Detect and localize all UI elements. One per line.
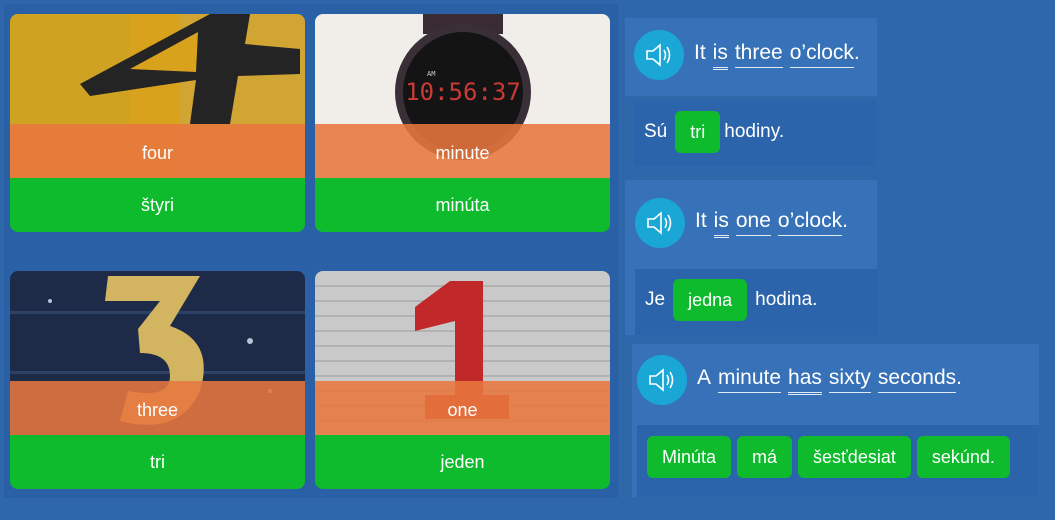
exercise-2-sentence: It is one o’clock. [635,198,848,248]
word-link[interactable]: three [734,41,783,68]
card-english-word: one [315,381,610,435]
card-slovak-button[interactable]: minúta [315,178,610,232]
english-sentence: It is three o’clock. [694,41,860,70]
speaker-icon [646,43,671,67]
speaker-button[interactable] [634,30,684,80]
word-link[interactable]: o’clock [789,41,854,68]
word-link[interactable]: one [735,209,771,236]
card-slovak-button[interactable]: štyri [10,178,305,232]
answer-tile[interactable]: sekúnd. [916,436,1010,478]
answer-tile[interactable]: tri [675,111,721,153]
card-minute[interactable]: AM 10:56:37 minute minúta [315,14,610,232]
english-sentence: It is one o’clock. [695,209,848,238]
card-english-word: three [10,381,305,435]
exercise-1-slovak-sentence: Sú tri hodiny. [644,111,784,153]
exercise-3-sentence: A minute has sixty seconds. [637,355,962,405]
word-link[interactable]: has [788,366,822,395]
answer-tile[interactable]: šesťdesiat [798,436,911,478]
speaker-icon [647,211,672,235]
card-slovak-button[interactable]: tri [10,435,305,489]
watch-am-label: AM [427,70,435,78]
word-link[interactable]: o’clock [777,209,843,236]
word-link[interactable]: is [712,41,728,70]
exercise-1-sentence: It is three o’clock. [634,30,860,80]
card-three[interactable]: three tri [10,271,305,489]
answer-tile[interactable]: má [737,436,793,478]
card-four[interactable]: four štyri [10,14,305,232]
word-link[interactable]: seconds [877,366,957,393]
speaker-icon [649,368,674,392]
card-slovak-button[interactable]: jeden [315,435,610,489]
answer-tile[interactable]: jedna [673,279,748,321]
card-one[interactable]: one jeden [315,271,610,489]
watch-time-display: 10:56:37 [405,78,521,106]
vocabulary-panel: four štyri AM 10:56:37 minute minúta thr… [4,4,618,498]
english-sentence: A minute has sixty seconds. [697,366,962,395]
card-english-word: four [10,124,305,178]
word-link[interactable]: is [713,209,729,238]
answer-tile[interactable]: Minúta [647,436,732,478]
exercise-3-tiles: Minúta má šesťdesiat sekúnd. [647,436,1010,478]
word-link[interactable]: minute [718,366,782,393]
word-link[interactable]: sixty [828,366,871,393]
exercise-2-slovak-sentence: Je jedna hodina. [645,279,817,321]
speaker-button[interactable] [635,198,685,248]
speaker-button[interactable] [637,355,687,405]
card-english-word: minute [315,124,610,178]
